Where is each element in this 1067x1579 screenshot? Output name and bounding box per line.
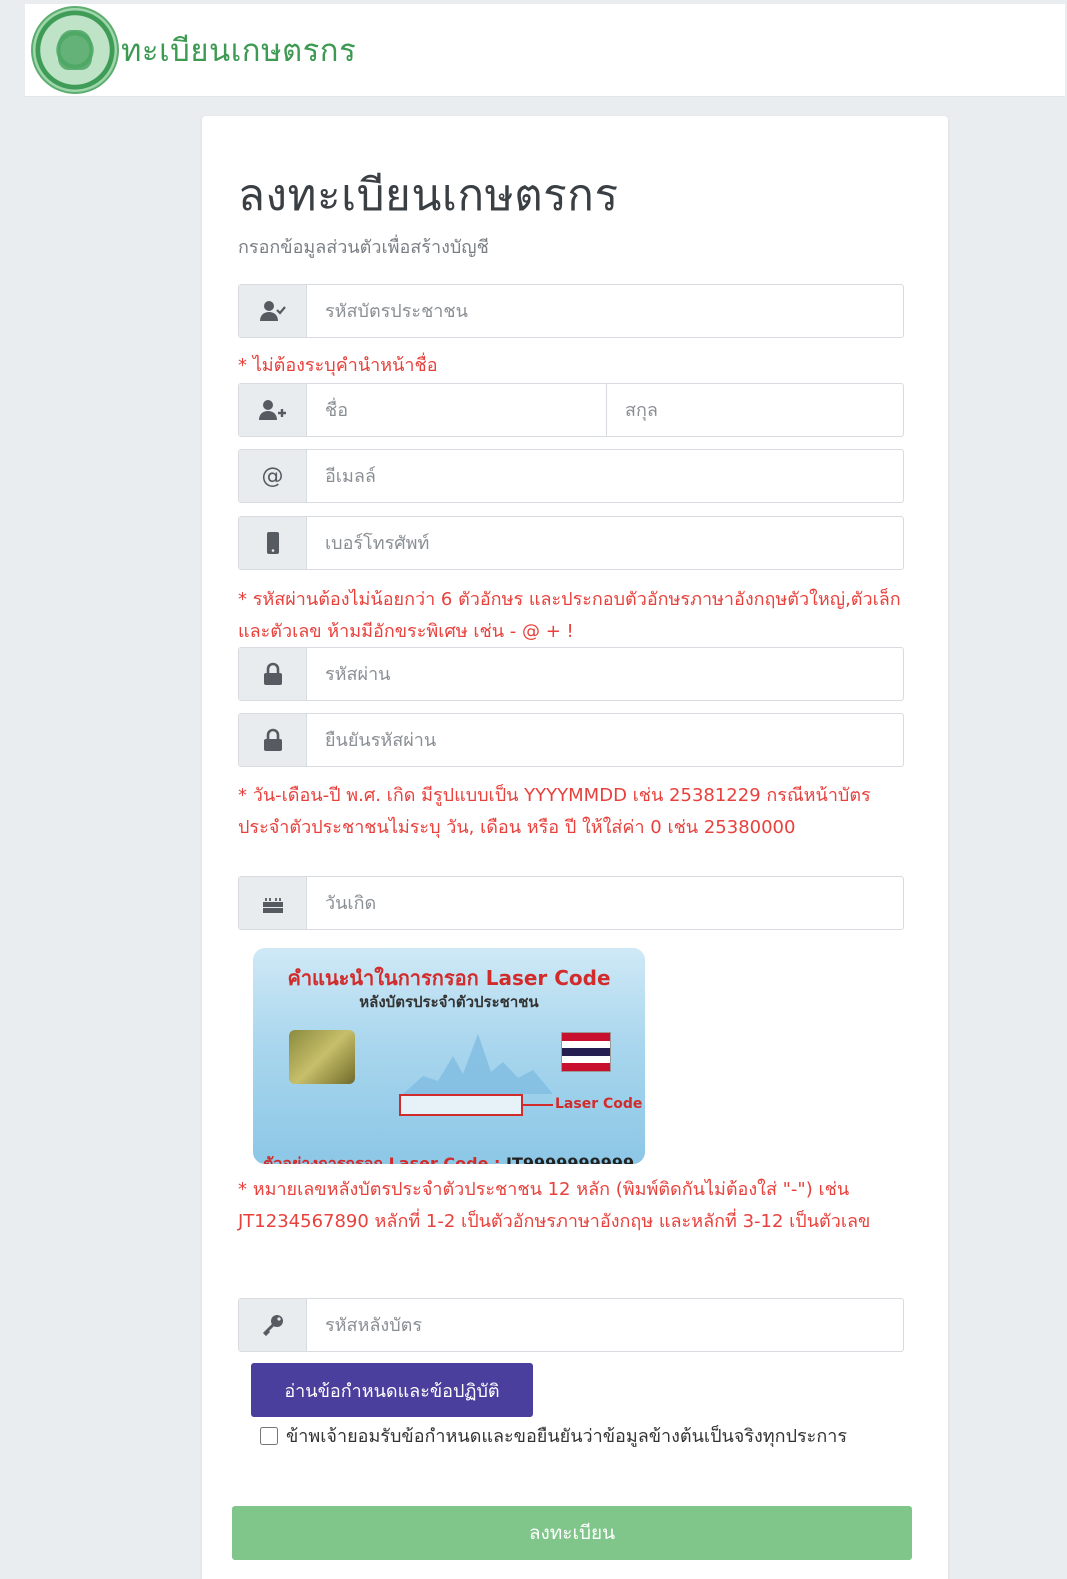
password-input[interactable] — [307, 648, 903, 700]
read-terms-button[interactable]: อ่านข้อกำหนดและข้อปฏิบัติ — [251, 1363, 533, 1417]
password-field — [238, 647, 904, 701]
laser-code-example: ตัวอย่างการกรอก Laser Code : JT999999999… — [263, 1154, 635, 1164]
confirm-password-field — [238, 713, 904, 767]
agree-label: ข้าพเจ้ายอมรับข้อกำหนดและขอยืนยันว่าข้อม… — [286, 1426, 848, 1447]
id-card-input[interactable] — [307, 285, 903, 337]
confirm-password-input[interactable] — [307, 714, 903, 766]
at-icon: @ — [239, 450, 307, 502]
key-icon — [239, 1299, 307, 1351]
email-input[interactable] — [307, 450, 903, 502]
temple-skyline-graphic — [403, 1034, 553, 1094]
lock-icon — [239, 714, 307, 766]
register-button[interactable]: ลงทะเบียน — [232, 1506, 912, 1560]
agree-terms[interactable]: ข้าพเจ้ายอมรับข้อกำหนดและขอยืนยันว่าข้อม… — [260, 1421, 847, 1450]
mobile-icon — [239, 517, 307, 569]
laser-code-input[interactable] — [307, 1299, 903, 1351]
first-name-input[interactable] — [307, 384, 607, 436]
name-note: * ไม่ต้องระบุคำนำหน้าชื่อ — [238, 355, 438, 376]
phone-field — [238, 516, 904, 570]
phone-input[interactable] — [307, 517, 903, 569]
birth-note: * วัน-เดือน-ปี พ.ศ. เกิด มีรูปแบบเป็น YY… — [238, 785, 871, 838]
birthday-cake-icon — [239, 877, 307, 929]
last-name-input[interactable] — [607, 384, 903, 436]
page-title: ลงทะเบียนเกษตรกร — [238, 170, 619, 221]
page-subtitle: กรอกข้อมูลส่วนตัวเพื่อสร้างบัญชี — [238, 237, 489, 258]
brand-logo[interactable] — [31, 6, 119, 94]
birthday-field — [238, 876, 904, 930]
lock-icon — [239, 648, 307, 700]
top-navbar: ทะเบียนเกษตรกร — [25, 4, 1065, 97]
password-note: * รหัสผ่านต้องไม่น้อยกว่า 6 ตัวอักษร และ… — [238, 589, 901, 642]
laser-code-label: Laser Code — [555, 1096, 643, 1112]
laser-code-highlight-box — [399, 1094, 523, 1116]
agree-checkbox[interactable] — [260, 1426, 278, 1445]
email-field: @ — [238, 449, 904, 503]
laser-code-instruction-image: คำแนะนำในการกรอก Laser Code หลังบัตรประจ… — [253, 948, 645, 1164]
laser-code-field — [238, 1298, 904, 1352]
user-plus-icon — [239, 384, 307, 436]
name-field — [238, 383, 904, 437]
laser-note: * หมายเลขหลังบัตรประจำตัวประชาชน 12 หลัก… — [238, 1179, 871, 1232]
brand-name[interactable]: ทะเบียนเกษตรกร — [121, 25, 356, 75]
card-image-subtitle: หลังบัตรประจำตัวประชาชน — [359, 993, 539, 1011]
user-check-icon — [239, 285, 307, 337]
id-card-field — [238, 284, 904, 338]
card-chip-graphic — [289, 1030, 355, 1084]
registration-card: ลงทะเบียนเกษตรกร กรอกข้อมูลส่วนตัวเพื่อส… — [202, 116, 948, 1579]
thai-flag-graphic — [561, 1032, 611, 1072]
birthday-input[interactable] — [307, 877, 903, 929]
